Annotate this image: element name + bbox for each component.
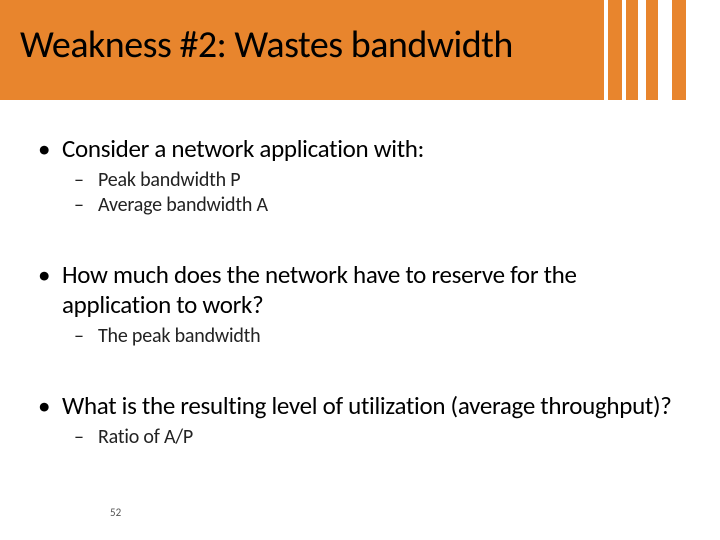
bullet-text: What is the resulting level of utilizati… — [62, 391, 684, 421]
header-stripes — [590, 0, 720, 100]
bullet-dash-icon: – — [74, 324, 98, 349]
bullet-level1: • How much does the network have to rese… — [36, 260, 684, 320]
bullet-dash-icon: – — [74, 193, 98, 218]
bullet-text: How much does the network have to reserv… — [62, 260, 684, 320]
bullet-text: Consider a network application with: — [62, 134, 684, 164]
bullet-dot-icon: • — [36, 134, 62, 164]
slide-body: • Consider a network application with: –… — [0, 100, 720, 450]
page-number: 52 — [110, 506, 121, 519]
bullet-level2: – Average bandwidth A — [36, 193, 684, 218]
bullet-group: • What is the resulting level of utiliza… — [36, 391, 684, 450]
bullet-dash-icon: – — [74, 168, 98, 193]
bullet-dash-icon: – — [74, 425, 98, 450]
bullet-level2: – The peak bandwidth — [36, 324, 684, 349]
slide-title: Weakness #2: Wastes bandwidth — [20, 22, 513, 68]
bullet-level1: • Consider a network application with: — [36, 134, 684, 164]
bullet-text: Peak bandwidth P — [98, 168, 684, 193]
bullet-level1: • What is the resulting level of utiliza… — [36, 391, 684, 421]
bullet-text: Ratio of A/P — [98, 425, 684, 450]
bullet-level2: – Peak bandwidth P — [36, 168, 684, 193]
title-header: Weakness #2: Wastes bandwidth — [0, 0, 720, 100]
bullet-dot-icon: • — [36, 391, 62, 421]
bullet-dot-icon: • — [36, 260, 62, 290]
slide: Weakness #2: Wastes bandwidth • Consider… — [0, 0, 720, 540]
bullet-level2: – Ratio of A/P — [36, 425, 684, 450]
bullet-text: Average bandwidth A — [98, 193, 684, 218]
bullet-text: The peak bandwidth — [98, 324, 684, 349]
bullet-group: • How much does the network have to rese… — [36, 260, 684, 349]
bullet-group: • Consider a network application with: –… — [36, 134, 684, 218]
